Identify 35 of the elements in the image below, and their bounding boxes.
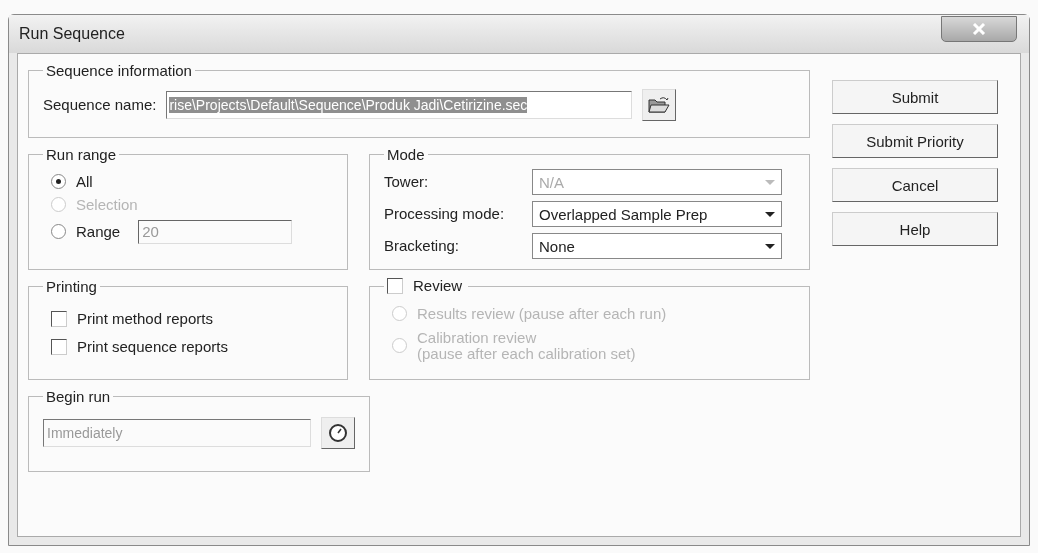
dropdown[interactable]: Overlapped Sample Prep	[532, 201, 782, 227]
window-title: Run Sequence	[19, 25, 125, 43]
group-title: Printing	[45, 278, 98, 295]
browse-button[interactable]	[642, 89, 677, 121]
group-title: Sequence information	[45, 62, 193, 79]
option-label: Range	[76, 223, 121, 240]
checkbox[interactable]	[51, 339, 67, 355]
checkbox[interactable]	[51, 311, 67, 327]
close-button[interactable]	[941, 16, 1017, 42]
dialog-button[interactable]: Cancel	[832, 168, 998, 202]
option-label: Results review (pause after each run)	[417, 306, 667, 322]
field-label: Processing mode:	[384, 206, 506, 222]
dropdown[interactable]: None	[532, 233, 782, 259]
dialog-button[interactable]: Submit Priority	[832, 124, 998, 158]
clock-icon	[327, 422, 349, 445]
checkbox[interactable]	[387, 278, 403, 294]
field-label: Bracketing:	[384, 238, 461, 254]
option-label: Calibration review (pause after each calibration set)	[417, 329, 636, 362]
field-label: Sequence name:	[43, 97, 157, 113]
option-label: Print sequence reports	[77, 339, 228, 355]
close-icon	[972, 23, 986, 35]
folder-icon	[648, 96, 671, 114]
group-title: Mode	[386, 146, 426, 163]
radio-button[interactable]	[51, 224, 66, 239]
group-title: Review	[413, 278, 463, 294]
schedule-button[interactable]	[321, 417, 355, 450]
option-label: All	[76, 174, 93, 190]
dialog-button[interactable]: Help	[832, 212, 998, 246]
radio-button[interactable]	[51, 174, 66, 190]
group-title: Begin run	[45, 388, 112, 406]
group-title: Run range	[45, 146, 118, 163]
dialog-button[interactable]: Submit	[832, 80, 998, 114]
option-label: Print method reports	[77, 311, 213, 327]
option-label: Selection	[76, 196, 138, 213]
field-label: Tower:	[384, 174, 430, 190]
